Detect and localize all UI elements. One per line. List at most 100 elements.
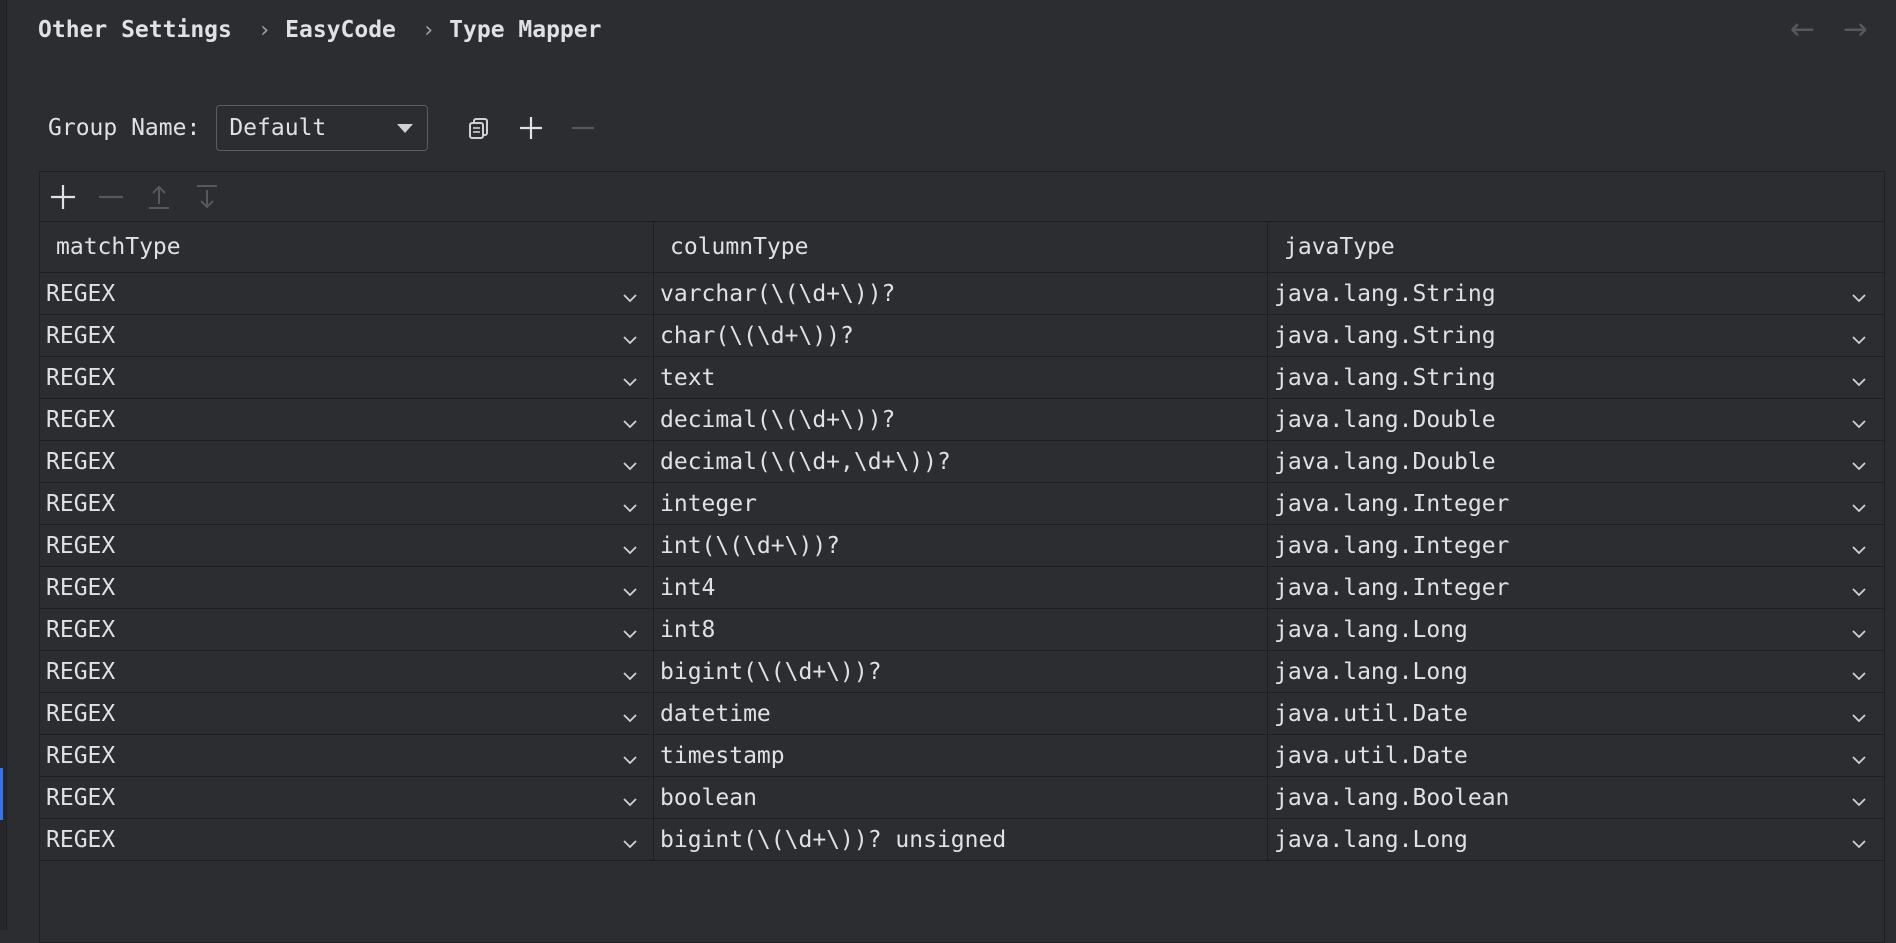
chevron-down-icon[interactable]	[623, 747, 637, 765]
chevron-down-icon[interactable]	[623, 369, 637, 387]
matchtype-cell[interactable]: REGEX	[40, 441, 654, 482]
chevron-down-icon[interactable]	[623, 411, 637, 429]
add-group-icon[interactable]	[514, 111, 548, 145]
arrow-right-icon[interactable]: →	[1843, 14, 1868, 46]
chevron-down-icon[interactable]	[1852, 789, 1866, 807]
chevron-down-icon[interactable]	[1852, 369, 1866, 387]
chevron-down-icon[interactable]	[623, 495, 637, 513]
matchtype-cell[interactable]: REGEX	[40, 567, 654, 608]
table-row[interactable]: REGEX integer java.lang.Integer	[40, 483, 1884, 525]
columntype-cell[interactable]: varchar(\(\d+\))?	[654, 273, 1268, 314]
matchtype-cell[interactable]: REGEX	[40, 777, 654, 818]
javatype-cell[interactable]: java.lang.Long	[1268, 819, 1882, 860]
copy-group-icon[interactable]	[462, 111, 496, 145]
breadcrumb-item-easycode[interactable]: EasyCode	[285, 17, 396, 43]
table-row[interactable]: REGEX int8 java.lang.Long	[40, 609, 1884, 651]
table-row[interactable]: REGEX int(\(\d+\))? java.lang.Integer	[40, 525, 1884, 567]
matchtype-cell[interactable]: REGEX	[40, 651, 654, 692]
columntype-cell[interactable]: bigint(\(\d+\))?	[654, 651, 1268, 692]
chevron-down-icon[interactable]	[623, 831, 637, 849]
javatype-cell[interactable]: java.lang.Double	[1268, 399, 1882, 440]
matchtype-cell[interactable]: REGEX	[40, 525, 654, 566]
chevron-down-icon[interactable]	[623, 537, 637, 555]
chevron-down-icon[interactable]	[1852, 285, 1866, 303]
chevron-down-icon[interactable]	[1852, 495, 1866, 513]
chevron-down-icon[interactable]	[623, 285, 637, 303]
chevron-down-icon[interactable]	[1852, 327, 1866, 345]
table-row[interactable]: REGEX decimal(\(\d+,\d+\))? java.lang.Doub…	[40, 441, 1884, 483]
table-row[interactable]: REGEX datetime java.util.Date	[40, 693, 1884, 735]
columntype-cell[interactable]: datetime	[654, 693, 1268, 734]
move-up-icon[interactable]	[142, 180, 176, 214]
matchtype-cell[interactable]: REGEX	[40, 693, 654, 734]
table-row[interactable]: REGEX decimal(\(\d+\))? java.lang.Double	[40, 399, 1884, 441]
javatype-value: java.util.Date	[1274, 742, 1468, 769]
chevron-down-icon[interactable]	[1852, 411, 1866, 429]
table-row[interactable]: REGEX int4 java.lang.Integer	[40, 567, 1884, 609]
breadcrumb-item-other-settings[interactable]: Other Settings	[38, 17, 232, 43]
matchtype-cell[interactable]: REGEX	[40, 315, 654, 356]
javatype-cell[interactable]: java.util.Date	[1268, 735, 1882, 776]
matchtype-cell[interactable]: REGEX	[40, 819, 654, 860]
matchtype-cell[interactable]: REGEX	[40, 609, 654, 650]
chevron-down-icon[interactable]	[1852, 621, 1866, 639]
javatype-cell[interactable]: java.util.Date	[1268, 693, 1882, 734]
remove-group-icon[interactable]	[566, 111, 600, 145]
columntype-cell[interactable]: char(\(\d+\))?	[654, 315, 1268, 356]
columntype-cell[interactable]: text	[654, 357, 1268, 398]
chevron-down-icon[interactable]	[1852, 705, 1866, 723]
chevron-down-icon[interactable]	[623, 453, 637, 471]
javatype-cell[interactable]: java.lang.Integer	[1268, 525, 1882, 566]
chevron-down-icon[interactable]	[1852, 831, 1866, 849]
javatype-cell[interactable]: java.lang.String	[1268, 315, 1882, 356]
chevron-down-icon[interactable]	[623, 327, 637, 345]
chevron-down-icon[interactable]	[623, 621, 637, 639]
table-row[interactable]: REGEX text java.lang.String	[40, 357, 1884, 399]
chevron-down-icon[interactable]	[1852, 537, 1866, 555]
matchtype-cell[interactable]: REGEX	[40, 357, 654, 398]
matchtype-cell[interactable]: REGEX	[40, 273, 654, 314]
javatype-cell[interactable]: java.lang.Double	[1268, 441, 1882, 482]
table-row[interactable]: REGEX char(\(\d+\))? java.lang.String	[40, 315, 1884, 357]
javatype-cell[interactable]: java.lang.String	[1268, 357, 1882, 398]
chevron-down-icon[interactable]	[623, 579, 637, 597]
matchtype-cell[interactable]: REGEX	[40, 735, 654, 776]
chevron-down-icon[interactable]	[623, 663, 637, 681]
chevron-down-icon[interactable]	[1852, 579, 1866, 597]
table-row[interactable]: REGEX boolean java.lang.Boolean	[40, 777, 1884, 819]
column-header-javatype[interactable]: javaType	[1268, 222, 1882, 272]
javatype-cell[interactable]: java.lang.Boolean	[1268, 777, 1882, 818]
javatype-cell[interactable]: java.lang.String	[1268, 273, 1882, 314]
columntype-cell[interactable]: int(\(\d+\))?	[654, 525, 1268, 566]
javatype-cell[interactable]: java.lang.Integer	[1268, 567, 1882, 608]
chevron-down-icon[interactable]	[623, 789, 637, 807]
table-row[interactable]: REGEX varchar(\(\d+\))? java.lang.String	[40, 273, 1884, 315]
columntype-cell[interactable]: boolean	[654, 777, 1268, 818]
columntype-cell[interactable]: timestamp	[654, 735, 1268, 776]
columntype-cell[interactable]: decimal(\(\d+,\d+\))?	[654, 441, 1268, 482]
matchtype-cell[interactable]: REGEX	[40, 399, 654, 440]
remove-row-icon[interactable]	[94, 180, 128, 214]
javatype-cell[interactable]: java.lang.Integer	[1268, 483, 1882, 524]
column-header-matchtype[interactable]: matchType	[40, 222, 654, 272]
group-name-select[interactable]: Default	[216, 105, 429, 151]
table-row[interactable]: REGEX bigint(\(\d+\))? java.lang.Long	[40, 651, 1884, 693]
chevron-down-icon[interactable]	[1852, 663, 1866, 681]
matchtype-cell[interactable]: REGEX	[40, 483, 654, 524]
columntype-cell[interactable]: bigint(\(\d+\))? unsigned	[654, 819, 1268, 860]
column-header-columntype[interactable]: columnType	[654, 222, 1268, 272]
columntype-cell[interactable]: int4	[654, 567, 1268, 608]
columntype-cell[interactable]: decimal(\(\d+\))?	[654, 399, 1268, 440]
columntype-cell[interactable]: int8	[654, 609, 1268, 650]
chevron-down-icon[interactable]	[1852, 747, 1866, 765]
add-row-icon[interactable]	[46, 180, 80, 214]
chevron-down-icon[interactable]	[1852, 453, 1866, 471]
move-down-icon[interactable]	[190, 180, 224, 214]
javatype-cell[interactable]: java.lang.Long	[1268, 609, 1882, 650]
table-row[interactable]: REGEX timestamp java.util.Date	[40, 735, 1884, 777]
table-row[interactable]: REGEX bigint(\(\d+\))? unsigned java.lang.…	[40, 819, 1884, 861]
arrow-left-icon[interactable]: ←	[1790, 14, 1815, 46]
columntype-cell[interactable]: integer	[654, 483, 1268, 524]
javatype-cell[interactable]: java.lang.Long	[1268, 651, 1882, 692]
chevron-down-icon[interactable]	[623, 705, 637, 723]
